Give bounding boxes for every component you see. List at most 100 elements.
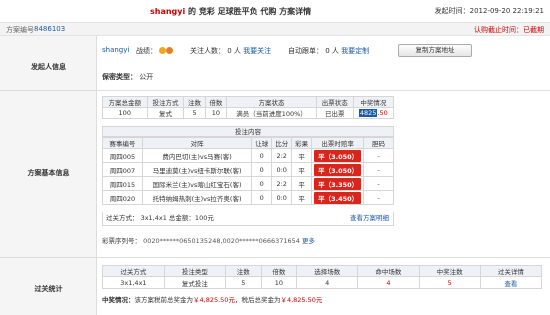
banker: - (363, 190, 394, 205)
column-header: 倍数 (260, 265, 298, 277)
score: 0:0 (271, 162, 293, 177)
odds-cell: 平（3.350） (311, 176, 365, 191)
bet-content-title: 投注内容 (102, 126, 394, 137)
column-header: 方案总金额 (102, 96, 148, 108)
odds-badge: 平（3.450） (314, 191, 362, 204)
plan-id-value: 8486103 (34, 25, 66, 33)
medal-icon (166, 47, 173, 54)
autofollow-label: 自动跟单： (288, 47, 323, 55)
column-header: 胆码 (363, 137, 394, 149)
autofollow-info: 自动跟单： 0 人 我要定制 (288, 46, 369, 56)
prize-status: 4825.50 (352, 107, 395, 119)
plan-info: 方案总金额 投注方式 注数 倍数 方案状态 出票状态 中奖情况 100 复式 5… (98, 92, 550, 257)
privacy-type: 保密类型： 公开 (102, 72, 153, 82)
bet-count: 5 (183, 107, 206, 119)
column-header: 出票状态 (315, 96, 354, 108)
pass-method-info: 过关方式： 3x1,4x1 总金额：100元 查看方案明细 (102, 212, 394, 226)
title-text: 的 竞彩 足球胜平负 代购 方案详情 (188, 7, 312, 16)
hit-matches: 4 (357, 276, 420, 289)
launch-time-value: 2012-09-20 22:19:21 (469, 7, 544, 15)
column-header: 注数 (183, 96, 206, 108)
result: 平 (291, 190, 313, 205)
column-header: 出票时赔率 (311, 137, 365, 149)
follow-info: 关注人数： 0 人 我要关注 (190, 46, 271, 56)
banker: - (363, 176, 394, 191)
prize-label: 中奖情况： (102, 296, 135, 304)
prize-highlight: 4825 (358, 109, 378, 117)
odds-badge: 平（3.050） (314, 163, 362, 176)
multiple: 10 (260, 276, 298, 289)
sponsor-record: 战绩： (136, 46, 173, 56)
score: 0:0 (271, 190, 293, 205)
plan-summary-table: 方案总金额 投注方式 注数 倍数 方案状态 出票状态 中奖情况 100 复式 5… (102, 96, 395, 119)
odds-cell: 平（3.050） (311, 162, 365, 177)
prize-pretax: ￥4,825.50元 (193, 296, 235, 304)
prize-aftertax: ￥4,825.50元 (280, 296, 323, 304)
prize-decimal: .50 (377, 109, 388, 117)
column-header: 投注方式 (146, 96, 185, 108)
bet-mode: 复式 (146, 107, 185, 119)
plan-id-label: 方案编号 (6, 26, 34, 34)
record-label: 战绩： (136, 47, 157, 55)
autofollow-link[interactable]: 我要定制 (341, 47, 369, 55)
copy-plan-url-button[interactable]: 复制方案地址 (398, 44, 472, 57)
column-header: 倍数 (204, 96, 228, 108)
launch-time: 发起时间：2012-09-20 22:19:21 (435, 6, 544, 16)
pass-method-text: 过关方式： 3x1,4x1 总金额：100元 (106, 214, 214, 222)
table-row: 周四007 马里迪莫(主)vs纽卡斯尔联(客) 0 0:0 平 平（3.050）… (102, 162, 394, 177)
handicap: 0 (251, 148, 273, 163)
sponsor-username[interactable]: shangyi (102, 46, 129, 54)
score: 2:2 (271, 148, 293, 163)
banker: - (363, 162, 394, 177)
pass-stats-table: 过关方式 投注类型 注数 倍数 选择场数 命中场数 中奖注数 过关详情 3x1,… (102, 265, 543, 289)
pass-mode: 3x1,4x1 (102, 276, 165, 289)
plan-section-label: 方案基本信息 (27, 169, 70, 177)
follow-label: 关注人数： (190, 47, 225, 55)
follow-link[interactable]: 我要关注 (243, 47, 271, 55)
pass-section-label: 过关统计 (34, 285, 63, 293)
ticket-status: 已出票 (315, 107, 354, 119)
odds-badge: 平（3.350） (314, 177, 362, 190)
match-teams[interactable]: 托特纳姆热刺(主)vs拉齐奥(客) (141, 190, 253, 205)
match-id: 周四005 (102, 148, 143, 163)
plan-id-bar: 方案编号 8486103 认购截止时间：已截期 (0, 22, 550, 36)
ticket-serial-label: 彩票序列号： (102, 237, 141, 245)
match-id: 周四007 (102, 162, 143, 177)
sponsor-section-label: 发起人信息 (31, 63, 66, 71)
win-bets: 5 (418, 276, 481, 289)
title-username[interactable]: shangyi (150, 7, 185, 16)
ticket-serial: 彩票序列号： 0020******0650135248,0020******06… (102, 235, 315, 245)
column-header: 中奖注数 (418, 265, 481, 277)
handicap: 0 (251, 176, 273, 191)
table-row: 100 复式 5 10 满员（当前进度100%） 已出票 4825.50 (102, 107, 395, 119)
column-header: 方案状态 (226, 96, 317, 108)
match-teams[interactable]: 国际米兰(主)vs喀山红宝石(客) (141, 176, 253, 191)
more-serial-link[interactable]: 更多 (302, 237, 315, 245)
privacy-label: 保密类型： (102, 73, 137, 81)
match-teams[interactable]: 费内巴切(主)vs马赛(客) (141, 148, 253, 163)
column-header: 命中场数 (357, 265, 420, 277)
view-plan-detail-link[interactable]: 查看方案明细 (350, 212, 389, 225)
column-header: 投注类型 (163, 265, 227, 277)
bet-count: 5 (225, 276, 262, 289)
medal-icon (159, 47, 166, 54)
result: 平 (291, 148, 313, 163)
column-header: 选择场数 (296, 265, 359, 277)
result: 平 (291, 176, 313, 191)
pass-detail-link[interactable]: 查看 (504, 280, 517, 288)
bet-content-table: 赛事编号 对阵 让球 比分 彩果 出票时赔率 胆码 周四005 费内巴切(主)v… (102, 137, 394, 205)
plan-status: 满员（当前进度100%） (226, 107, 317, 119)
pass-stats: 过关方式 投注类型 注数 倍数 选择场数 命中场数 中奖注数 过关详情 3x1,… (98, 257, 550, 315)
follow-count: 0 人 (227, 47, 241, 55)
table-row: 周四015 国际米兰(主)vs喀山红宝石(客) 0 2:2 平 平（3.350）… (102, 176, 394, 191)
match-teams[interactable]: 马里迪莫(主)vs纽卡斯尔联(客) (141, 162, 253, 177)
odds-cell: 平（3.450） (311, 190, 365, 205)
banker: - (363, 148, 394, 163)
score: 2:2 (271, 176, 293, 191)
column-header: 过关详情 (479, 265, 543, 277)
table-row: 周四005 费内巴切(主)vs马赛(客) 0 2:2 平 平（3.050） - (102, 148, 394, 163)
table-row: 周四020 托特纳姆热刺(主)vs拉齐奥(客) 0 0:0 平 平（3.450）… (102, 190, 394, 205)
column-header: 让球 (251, 137, 273, 149)
deadline-status: 认购截止时间：已截期 (474, 26, 544, 34)
table-row: 3x1,4x1 复式投注 5 10 4 4 5 查看 (102, 276, 543, 289)
